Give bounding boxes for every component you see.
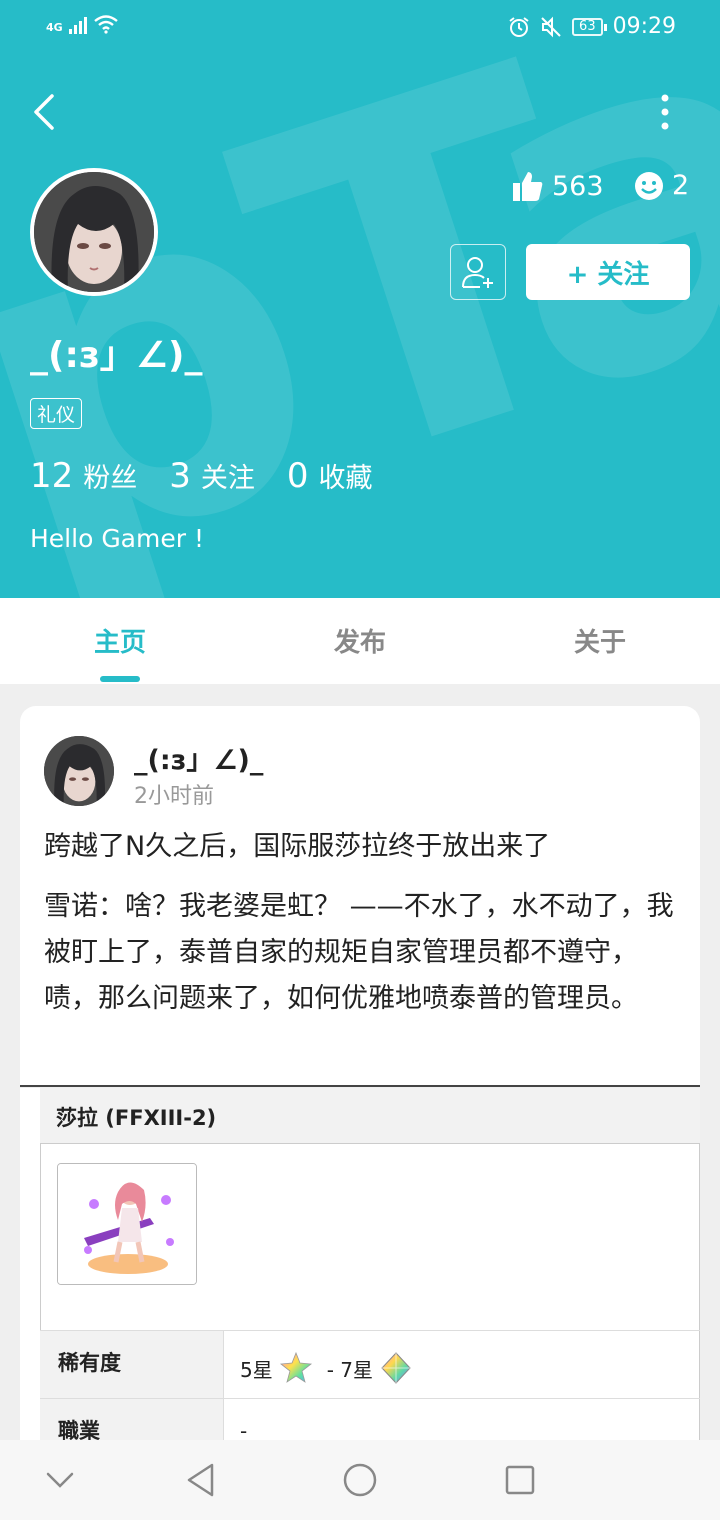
tab-about[interactable]: 关于 (540, 622, 660, 659)
emoji-stat: 2 (634, 170, 689, 201)
follow-button[interactable]: + 关注 (526, 244, 690, 300)
post-author-name[interactable]: _(:з」∠)_ (134, 738, 263, 777)
card-divider (20, 1085, 700, 1087)
battery-indicator: 63 (572, 17, 607, 36)
followers-count[interactable]: 12 (30, 456, 73, 496)
alarm-icon (509, 16, 529, 37)
chevron-down-icon (46, 1472, 74, 1488)
nav-back-button[interactable] (178, 1458, 222, 1502)
profile-counts: 12 粉丝 3 关注 0 收藏 (30, 456, 405, 496)
avatar-image (44, 736, 114, 806)
wifi-icon (93, 15, 118, 34)
nav-home-button[interactable] (338, 1458, 382, 1502)
post-title[interactable]: 跨越了N久之后，国际服莎拉终于放出来了 (44, 824, 684, 863)
signal-icon (68, 14, 87, 34)
wiki-row-value: - (240, 1419, 248, 1440)
wiki-row-job: 職業 - (40, 1398, 700, 1440)
wiki-row-key: 職業 (40, 1399, 224, 1440)
favorites-label[interactable]: 收藏 (319, 456, 373, 495)
status-bar: 4G 63 09:29 (0, 0, 720, 56)
profile-tabs: 主页 发布 关于 (0, 598, 720, 684)
active-tab-indicator (100, 676, 140, 682)
crystal-icon (381, 1352, 411, 1384)
wiki-row-rarity: 稀有度 5星 - 7星 (40, 1330, 700, 1398)
wiki-row-key: 稀有度 (40, 1331, 224, 1398)
emoji-count: 2 (672, 170, 690, 201)
thumbs-up-icon (513, 172, 543, 201)
character-sprite (58, 1164, 196, 1284)
following-count[interactable]: 3 (169, 456, 191, 496)
profile-username: _(:з」∠)_ (30, 335, 203, 376)
post-body[interactable]: 雪诺：啥？我老婆是虹？ ——不水了，水不动了，我被盯上了，泰普自家的规矩自家管理… (44, 884, 684, 1022)
clock: 09:29 (612, 14, 676, 39)
following-label[interactable]: 关注 (201, 456, 255, 495)
rarity-max: - 7星 (326, 1357, 374, 1382)
profile-bio: Hello Gamer ! (30, 524, 204, 553)
nav-recents-button[interactable] (498, 1458, 542, 1502)
chevron-left-icon (34, 94, 54, 130)
avatar[interactable] (30, 168, 158, 296)
more-options-button[interactable] (650, 92, 680, 132)
post-timestamp: 2小时前 (134, 784, 214, 809)
profile-header: pTa 4G 63 09:29 563 2 + 关注 _(:з」∠)_ 礼仪 1… (0, 0, 720, 598)
tab-posts[interactable]: 发布 (300, 622, 420, 659)
rainbow-star-icon (279, 1351, 312, 1383)
mute-icon (541, 16, 561, 37)
smiley-icon (635, 171, 663, 200)
follow-button-label: + 关注 (566, 259, 650, 290)
favorites-count[interactable]: 0 (287, 456, 309, 496)
back-button[interactable] (28, 92, 64, 132)
post-embedded-image[interactable]: 莎拉 (FFXIII-2) 稀有度 5星 - 7星 職業 - (20, 1088, 700, 1440)
user-badge[interactable]: 礼仪 (30, 398, 83, 429)
add-user-icon (462, 257, 493, 288)
nav-hide-button[interactable] (38, 1458, 82, 1502)
likes-count: 563 (552, 170, 604, 202)
more-vertical-icon (661, 94, 669, 130)
system-navigation-bar (0, 1440, 720, 1520)
likes-stat: 563 (512, 170, 604, 202)
tab-home[interactable]: 主页 (60, 622, 180, 659)
rarity-min: 5星 (240, 1357, 273, 1382)
followers-label[interactable]: 粉丝 (83, 456, 137, 495)
wiki-row-value: 5星 - 7星 (240, 1351, 413, 1385)
square-recents-icon (505, 1465, 535, 1495)
circle-home-icon (343, 1463, 377, 1497)
avatar-image (34, 172, 154, 292)
character-sprite-image (57, 1163, 197, 1285)
network-type: 4G (46, 21, 63, 34)
wiki-table-title: 莎拉 (FFXIII-2) (56, 1106, 217, 1130)
add-friend-button[interactable] (450, 244, 506, 300)
triangle-back-icon (187, 1463, 214, 1497)
post-author-avatar[interactable] (44, 736, 114, 806)
